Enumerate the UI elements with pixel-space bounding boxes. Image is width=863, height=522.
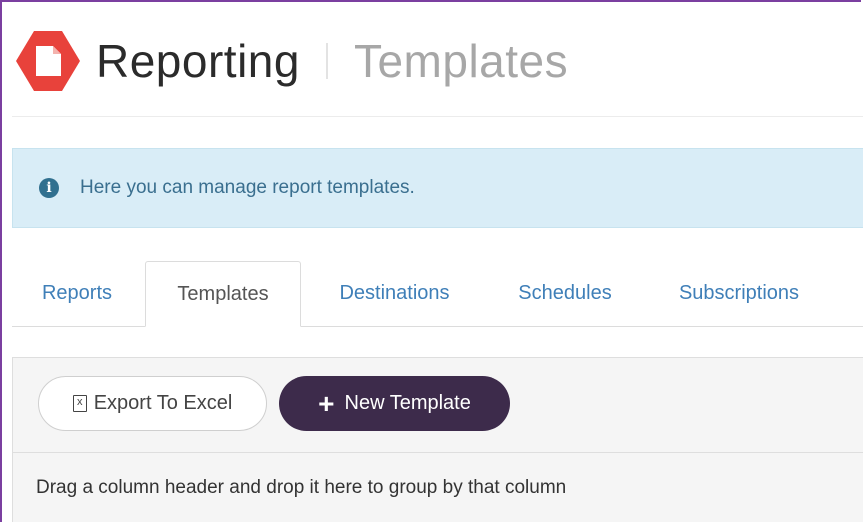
grid-toolbar: x Export To Excel + New Template — [13, 358, 863, 453]
tab-reports[interactable]: Reports — [12, 261, 142, 326]
page-header: Reporting Templates — [14, 26, 568, 96]
document-icon — [16, 31, 80, 91]
tab-label: Reports — [41, 282, 113, 304]
new-template-label: New Template — [344, 392, 471, 414]
tab-templates[interactable]: Templates — [145, 261, 301, 327]
tab-bar: Reports Templates Destinations Schedules… — [12, 261, 863, 327]
tab-label: Subscriptions — [678, 282, 800, 304]
export-label: Export To Excel — [93, 392, 233, 414]
title-divider — [325, 43, 328, 79]
excel-icon: x — [72, 395, 87, 412]
tab-subscriptions[interactable]: Subscriptions — [654, 261, 824, 326]
header-divider — [12, 116, 863, 117]
templates-grid: x Export To Excel + New Template Drag a … — [12, 357, 863, 522]
group-by-drop-zone[interactable]: Drag a column header and drop it here to… — [36, 477, 566, 499]
info-icon: i — [39, 178, 59, 198]
page-title: Reporting — [96, 35, 300, 87]
plus-icon: + — [318, 387, 335, 419]
export-to-excel-button[interactable]: x Export To Excel — [38, 376, 267, 431]
info-alert: i Here you can manage report templates. — [12, 148, 863, 228]
page-subtitle: Templates — [353, 35, 569, 87]
tab-schedules[interactable]: Schedules — [492, 261, 638, 326]
info-message: Here you can manage report templates. — [80, 177, 415, 198]
tab-label: Destinations — [339, 282, 450, 304]
tab-destinations[interactable]: Destinations — [313, 261, 476, 326]
tab-label: Templates — [177, 282, 269, 305]
tab-label: Schedules — [518, 282, 612, 304]
new-template-button[interactable]: + New Template — [279, 376, 510, 431]
